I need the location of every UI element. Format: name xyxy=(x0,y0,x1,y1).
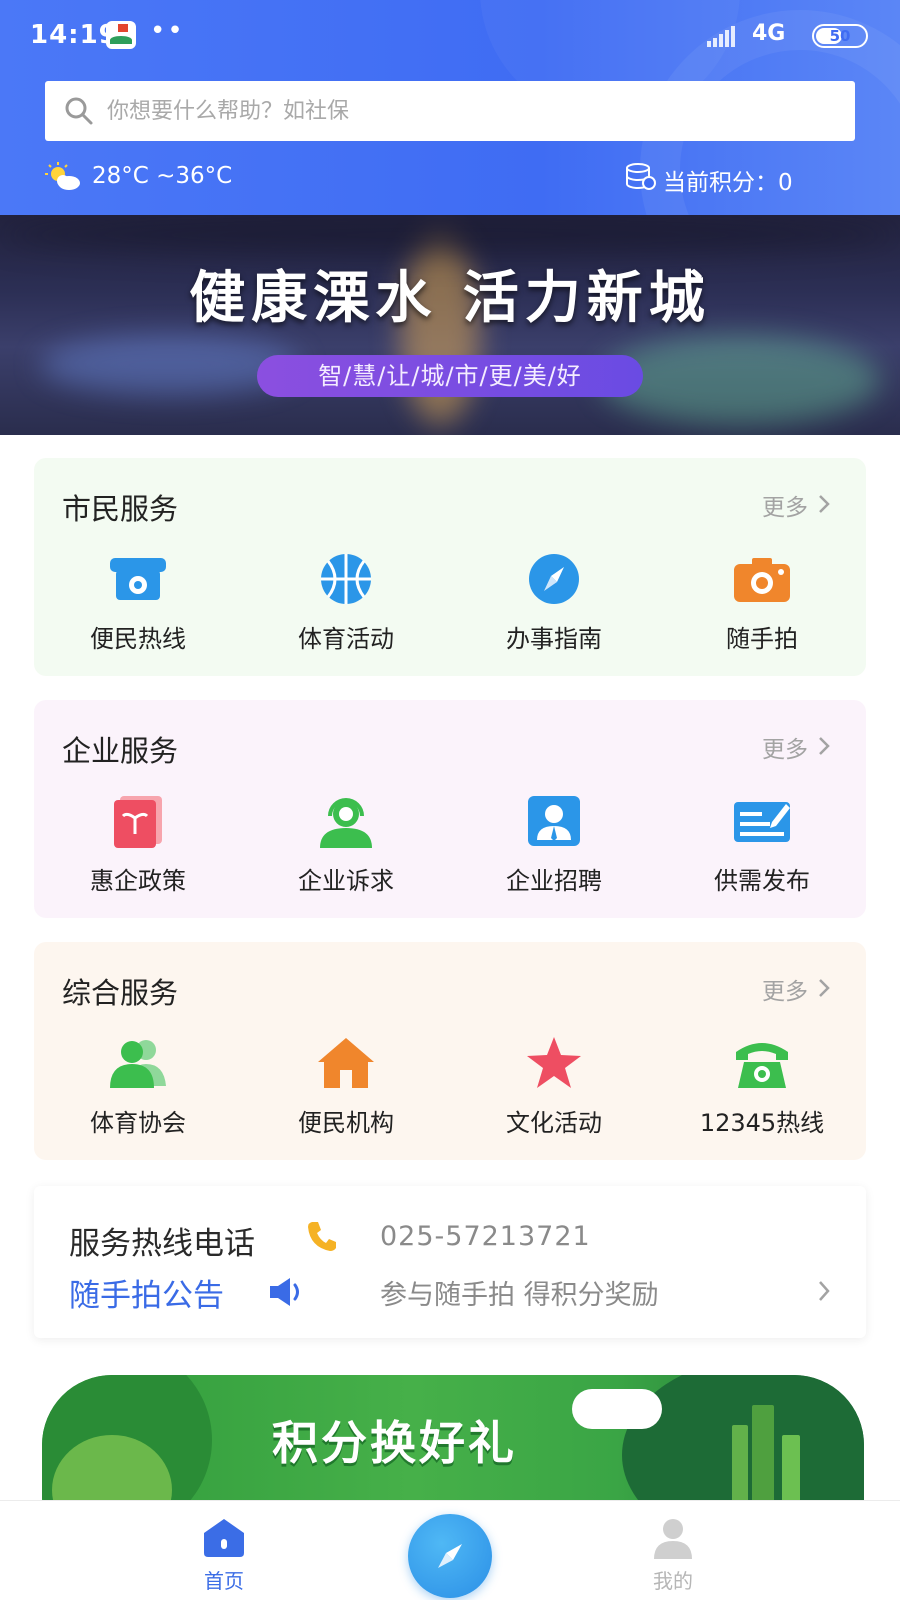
chevron-right-icon[interactable] xyxy=(814,734,834,758)
service-label: 体育活动 xyxy=(298,625,394,653)
section-enterprise-services: 企业服务 更多 惠企政策 企业诉求 企业招聘 供需发布 xyxy=(34,700,866,918)
section-title: 企业服务 xyxy=(62,734,179,768)
hotline-label: 服务热线电话 xyxy=(69,1226,255,1262)
points-info[interactable]: 当前积分：0 xyxy=(625,160,855,196)
house-icon xyxy=(318,1038,374,1088)
promo-banner[interactable]: 健康溧水 活力新城 智/慧/让/城/市/更/美/好 xyxy=(0,215,900,435)
signal-icon xyxy=(707,25,741,47)
service-label: 企业诉求 xyxy=(298,867,394,895)
group-icon xyxy=(110,1040,166,1088)
basketball-icon xyxy=(321,554,371,604)
service-snapshot[interactable]: 随手拍 xyxy=(658,552,866,662)
service-appeals[interactable]: 企业诉求 xyxy=(242,794,450,904)
service-guide[interactable]: 办事指南 xyxy=(450,552,658,662)
more-link[interactable]: 更多 xyxy=(762,972,808,1006)
app-screen: 14:19 •• 4G 50 你想要什么帮助？如社保 28°C ~36°C 当前… xyxy=(0,0,900,1600)
service-label: 文化活动 xyxy=(506,1109,602,1137)
service-label: 惠企政策 xyxy=(90,867,186,895)
points-balance: 当前积分：0 xyxy=(663,170,793,196)
tab-label: 我的 xyxy=(653,1569,693,1593)
search-input[interactable] xyxy=(107,81,837,141)
chevron-right-icon[interactable] xyxy=(814,1278,834,1304)
home-icon xyxy=(204,1519,244,1557)
search-bar[interactable] xyxy=(45,81,855,141)
banner-title: 健康溧水 活力新城 xyxy=(189,266,711,331)
search-icon xyxy=(65,97,93,125)
tab-label: 首页 xyxy=(204,1569,244,1593)
chevron-right-icon[interactable] xyxy=(814,976,834,1000)
notice-label[interactable]: 随手拍公告 xyxy=(69,1270,224,1315)
compass-icon xyxy=(438,1544,462,1568)
service-label: 供需发布 xyxy=(714,867,810,895)
more-link[interactable]: 更多 xyxy=(762,730,808,764)
policy-book-icon xyxy=(114,796,162,848)
service-label: 办事指南 xyxy=(506,625,602,653)
section-title: 市民服务 xyxy=(62,492,179,526)
service-label: 体育协会 xyxy=(90,1109,186,1137)
telephone-icon xyxy=(110,558,166,600)
service-hotline[interactable]: 便民热线 xyxy=(34,552,242,662)
service-label: 企业招聘 xyxy=(506,867,602,895)
hotline-number[interactable]: 025-57213721 xyxy=(380,1221,591,1252)
header: 14:19 •• 4G 50 你想要什么帮助？如社保 28°C ~36°C 当前… xyxy=(0,0,900,215)
service-institutions[interactable]: 便民机构 xyxy=(242,1036,450,1146)
service-sports[interactable]: 体育活动 xyxy=(242,552,450,662)
service-publish[interactable]: 供需发布 xyxy=(658,794,866,904)
service-recruit[interactable]: 企业招聘 xyxy=(450,794,658,904)
section-title: 综合服务 xyxy=(62,976,179,1010)
chevron-right-icon[interactable] xyxy=(814,492,834,516)
service-label: 便民热线 xyxy=(90,625,186,653)
service-sports-association[interactable]: 体育协会 xyxy=(34,1036,242,1146)
section-citizen-services: 市民服务 更多 便民热线 体育活动 办事指南 随手拍 xyxy=(34,458,866,676)
speaker-icon xyxy=(270,1278,299,1306)
banner-subtitle: 智/慧/让/城/市/更/美/好 xyxy=(257,355,643,397)
service-label: 12345热线 xyxy=(699,1109,825,1137)
recruit-person-icon xyxy=(528,796,580,846)
star-icon xyxy=(527,1037,581,1088)
status-time: 14:19 xyxy=(30,20,118,50)
tab-mine[interactable]: 我的 xyxy=(593,1501,753,1600)
sun-cloud-icon xyxy=(45,162,80,190)
battery-icon: 50 xyxy=(812,24,868,48)
compass-icon xyxy=(529,554,579,604)
publish-form-icon xyxy=(734,802,790,842)
service-policy[interactable]: 惠企政策 xyxy=(34,794,242,904)
service-label: 随手拍 xyxy=(726,625,798,653)
phone-icon xyxy=(308,1222,336,1251)
headset-person-icon xyxy=(320,798,372,848)
notice-text[interactable]: 参与随手拍 得积分奖励 xyxy=(380,1273,659,1312)
coins-icon xyxy=(626,163,656,190)
service-label: 便民机构 xyxy=(298,1109,394,1137)
more-link[interactable]: 更多 xyxy=(762,488,808,522)
status-bar: 14:19 •• 4G 50 xyxy=(0,0,900,72)
service-culture[interactable]: 文化活动 xyxy=(450,1036,658,1146)
battery-level: 50 xyxy=(829,27,851,45)
temperature-range: 28°C ~36°C xyxy=(92,163,233,189)
promo-title: 积分换好礼 xyxy=(272,1416,517,1470)
section-general-services: 综合服务 更多 体育协会 便民机构 文化活动 12345热线 xyxy=(34,942,866,1160)
service-12345-hotline[interactable]: 12345热线 xyxy=(658,1036,866,1146)
camera-icon xyxy=(734,558,790,602)
user-icon xyxy=(654,1519,692,1559)
app-notification-icon xyxy=(106,21,136,49)
phone-line-icon xyxy=(736,1043,788,1088)
network-type: 4G xyxy=(752,21,786,46)
hotline-card: 服务热线电话 025-57213721 随手拍公告 参与随手拍 得积分奖励 xyxy=(34,1186,866,1338)
points-exchange-banner[interactable]: 积分换好礼 xyxy=(42,1375,864,1505)
tab-discover[interactable] xyxy=(408,1514,492,1598)
tab-home[interactable]: 首页 xyxy=(144,1501,304,1600)
status-dots: •• xyxy=(150,16,185,46)
